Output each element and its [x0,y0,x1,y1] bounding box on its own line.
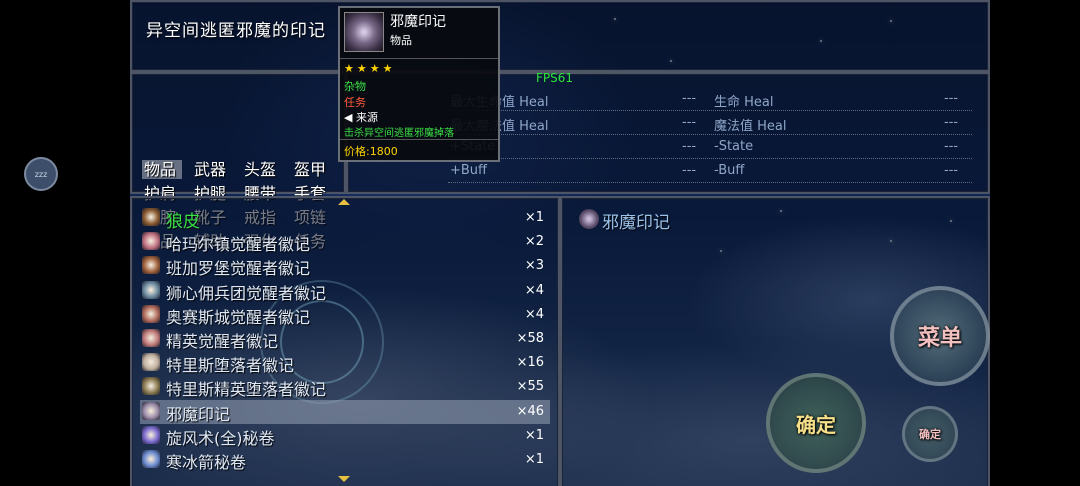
tooltip-quest: 任务 [344,96,366,109]
item-count: ×4 [524,282,544,298]
category-tab[interactable]: 头盔 [242,160,292,179]
item-tooltip: 邪魔印记 物品 ★★★★ 杂物 任务 ◀ 来源 击杀异空间逃匿邪魔掉落 价格:1… [338,6,500,162]
stat-value: --- [944,115,959,130]
item-row[interactable]: 精英觉醒者徽记 ×58 [140,327,550,351]
price-value: 1800 [369,145,398,158]
item-count: ×1 [524,427,544,443]
item-name: 奥赛斯城觉醒者徽记 [166,307,311,327]
item-row[interactable]: 邪魔印记 ×46 [140,399,550,424]
item-row[interactable]: 狼皮 ×1 [140,206,550,232]
tooltip-price: 价格:1800 [344,143,398,159]
item-icon [142,449,160,468]
stat-name: +Buff [450,163,488,178]
speaker-icon: ◀ [344,111,353,124]
item-name: 特里斯堕落者徽记 [166,356,295,376]
item-name: 特里斯精英堕落者徽记 [166,380,327,400]
item-icon [142,401,160,420]
item-icon [142,232,160,251]
stat-value: --- [944,163,959,178]
divider [448,110,972,111]
menu-button[interactable]: 菜单 [890,286,990,386]
stat-row: +Buff --- -Buff --- [348,160,972,184]
tooltip-source: 击杀异空间逃匿邪魔掉落 [344,128,454,139]
item-icon [142,377,160,396]
item-icon [142,208,160,226]
rarity-stars: ★★★★ [344,62,396,75]
divider [448,182,972,183]
item-row[interactable]: 班加罗堡觉醒者徽记 ×3 [140,254,550,278]
fps-counter: FPS61 [536,71,574,85]
stat-name: -Buff [714,163,745,178]
stat-name: 魔法值 Heal [714,119,787,134]
item-list: 狼皮 ×1 哈玛尔镇觉醒者徽记 ×2 班加罗堡觉醒者徽记 ×3 狮心佣兵团觉醒者徽记 ×4 奥赛… [140,206,550,472]
item-icon [142,425,160,444]
divider [340,58,498,59]
item-count: ×1 [524,210,544,225]
tooltip-name: 邪魔印记 [390,14,446,30]
tooltip-category: 杂物 [344,80,366,93]
left-letterbox: zzz [0,0,130,486]
item-icon [142,328,160,347]
source-label-text: 来源 [355,111,378,124]
item-row[interactable]: 狮心佣兵团觉醒者徽记 ×4 [140,279,550,303]
divider [448,158,972,159]
category-tab[interactable]: 物品 [142,160,182,179]
stat-name: -State [714,139,754,154]
item-name: 狼皮 [166,212,200,232]
item-icon [142,304,160,323]
item-row[interactable]: 特里斯堕落者徽记 ×16 [140,351,550,375]
game-screen: 异空间逃匿邪魔的印记 物品武器头盔盔甲护肩护腿腰带手套护腕靴子戒指项链饰品辅助强… [130,0,990,486]
item-count: ×46 [516,403,544,419]
item-count: ×58 [516,330,544,346]
detail-item-name: 邪魔印记 [602,213,670,233]
category-tab[interactable]: 盔甲 [292,160,342,179]
item-name: 寒冰箭秘卷 [166,452,247,472]
item-count: ×2 [524,234,544,250]
sleep-icon-text: zzz [34,169,48,179]
price-label: 价格: [344,145,370,158]
confirm-button[interactable]: 确定 [766,373,866,473]
category-tab[interactable]: 武器 [192,160,242,179]
item-count: ×1 [524,451,544,467]
item-row[interactable]: 特里斯精英堕落者徽记 ×55 [140,375,550,399]
tooltip-type: 物品 [390,34,412,47]
item-row[interactable]: 旋风术(全)秘卷 ×1 [140,424,550,448]
stat-value: --- [944,91,959,106]
item-row[interactable]: 哈玛尔镇觉醒者徽记 ×2 [140,230,550,254]
divider [340,139,498,140]
sleep-icon[interactable]: zzz [24,157,58,191]
item-icon [142,256,160,275]
scroll-down-arrow-icon[interactable] [338,476,350,482]
demon-seal-icon [344,12,384,52]
item-count: ×55 [516,379,544,395]
item-name: 哈玛尔镇觉醒者徽记 [166,235,311,255]
stat-value: --- [682,139,697,154]
category-panel: 物品武器头盔盔甲护肩护腿腰带手套护腕靴子戒指项链饰品辅助强化任务 [130,72,346,251]
item-count: ×16 [516,355,544,371]
stat-value: --- [682,163,697,178]
confirm-small-button[interactable]: 确定 [902,406,958,462]
item-icon [142,353,160,372]
item-row[interactable]: 寒冰箭秘卷 ×1 [140,448,550,472]
scroll-up-arrow-icon[interactable] [338,199,350,205]
item-name: 旋风术(全)秘卷 [166,428,275,448]
item-name: 邪魔印记 [166,404,231,424]
stat-value: --- [682,91,697,106]
stat-value: --- [682,115,697,130]
item-name: 精英觉醒者徽记 [166,331,279,351]
item-name: 狮心佣兵团觉醒者徽记 [166,283,327,303]
divider [448,134,972,135]
demon-seal-icon [579,209,599,229]
item-icon [142,280,160,299]
stat-name: 生命 Heal [714,95,774,110]
window-title: 异空间逃匿邪魔的印记 [146,21,326,41]
item-row[interactable]: 奥赛斯城觉醒者徽记 ×4 [140,303,550,327]
item-count: ×3 [524,258,544,274]
tooltip-source-label: ◀ 来源 [344,109,378,125]
item-name: 班加罗堡觉醒者徽记 [166,259,311,279]
stat-value: --- [944,139,959,154]
right-letterbox [990,0,1080,486]
title-panel: 异空间逃匿邪魔的印记 [130,0,990,72]
item-count: ×4 [524,306,544,322]
